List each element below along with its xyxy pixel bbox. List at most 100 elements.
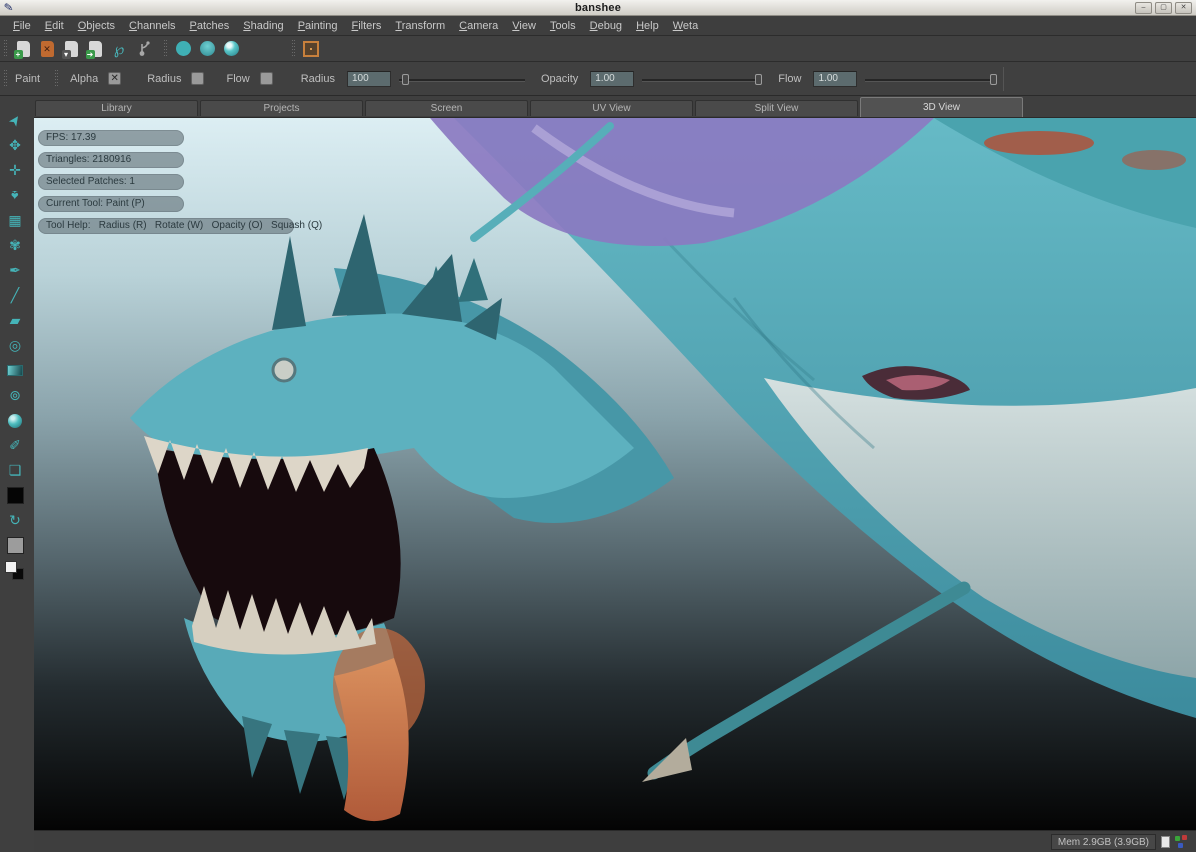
3d-viewport-canvas[interactable]: FPS: 17.39 Triangles: 2180916 Selected P… <box>34 117 1196 830</box>
menu-edit[interactable]: Edit <box>38 18 71 34</box>
eraser-icon: ▰ <box>10 312 21 329</box>
opacity-input[interactable] <box>590 71 634 87</box>
circle-select-tool-button[interactable]: ◎ <box>3 333 27 358</box>
toolbar-grip[interactable] <box>3 70 8 88</box>
toolbar-grip[interactable] <box>54 70 59 88</box>
foreground-color-swatch[interactable] <box>3 483 27 508</box>
paint-drop-tool-button[interactable]: ♠ <box>3 183 27 208</box>
window-titlebar[interactable]: ✎ banshee – ▢ ✕ <box>0 0 1196 16</box>
mesh-tool-button[interactable]: ▦ <box>3 208 27 233</box>
move-tool-button[interactable]: ✛ <box>3 158 27 183</box>
menu-painting[interactable]: Painting <box>291 18 345 34</box>
active-tool-label: Paint <box>15 73 40 85</box>
menu-help[interactable]: Help <box>629 18 666 34</box>
tab-library[interactable]: Library <box>35 100 198 116</box>
menu-view[interactable]: View <box>505 18 543 34</box>
close-button[interactable]: ✕ <box>1175 2 1192 14</box>
tool-sidebar: ➤ ✥ ✛ ♠ ▦ ✾ ✒ ╱ ▰ ◎ ⊚ ✐ ❏ ↻ <box>0 96 30 852</box>
node-graph-button[interactable] <box>131 38 155 60</box>
flow-checkbox[interactable] <box>260 72 273 85</box>
rings-icon: ⊚ <box>9 387 21 404</box>
select-tool-button[interactable]: ➤ <box>3 108 27 133</box>
node-icon <box>135 41 151 57</box>
droplet-icon: ♠ <box>11 188 18 204</box>
menu-objects[interactable]: Objects <box>71 18 122 34</box>
foreground-color-icon <box>7 487 24 504</box>
flat-shading-icon <box>176 41 191 56</box>
status-chip <box>1161 836 1170 848</box>
application-window: ✎ banshee – ▢ ✕ File Edit Objects Channe… <box>0 0 1196 852</box>
flat-shading-button[interactable] <box>171 38 195 60</box>
full-shading-icon <box>224 41 239 56</box>
menu-shading[interactable]: Shading <box>236 18 290 34</box>
tab-3d-view[interactable]: 3D View <box>860 97 1023 117</box>
alpha-checkbox[interactable]: ✕ <box>108 72 121 85</box>
radius-label: Radius <box>301 73 335 85</box>
flow-slider[interactable] <box>865 71 997 87</box>
eraser-tool-button[interactable]: ▰ <box>3 308 27 333</box>
default-colors-button[interactable] <box>3 558 27 583</box>
file-toolbar: + ✕ ▾ ➜ ℘ <box>0 36 1196 62</box>
swap-colors-button[interactable]: ↻ <box>3 508 27 533</box>
radius-input[interactable] <box>347 71 391 87</box>
pin-tool-button[interactable]: ℘ <box>107 38 131 60</box>
menu-tools[interactable]: Tools <box>543 18 583 34</box>
save-project-button[interactable]: ▾ <box>59 38 83 60</box>
smear-icon: ✾ <box>9 237 21 254</box>
full-shading-button[interactable] <box>219 38 243 60</box>
menu-filters[interactable]: Filters <box>344 18 388 34</box>
tab-projects[interactable]: Projects <box>200 100 363 116</box>
select-icon: ➤ <box>5 111 26 130</box>
maximize-button[interactable]: ▢ <box>1155 2 1172 14</box>
radius-slider[interactable] <box>399 71 525 87</box>
toolbar-grip[interactable] <box>3 40 8 58</box>
toolbar-grip[interactable] <box>291 40 296 58</box>
hud-selected-patches: Selected Patches: 1 <box>38 174 184 190</box>
export-icon: ➜ <box>89 41 102 57</box>
sphere-tool-button[interactable] <box>3 408 27 433</box>
flow-input[interactable] <box>813 71 857 87</box>
opacity-label: Opacity <box>541 73 578 85</box>
move-icon: ✛ <box>9 162 21 179</box>
pin-icon: ✒ <box>9 262 21 279</box>
smear-tool-button[interactable]: ✾ <box>3 233 27 258</box>
toolbar-separator <box>1003 67 1004 91</box>
status-bar: Mem 2.9GB (3.9GB) <box>34 830 1196 852</box>
copy-tool-button[interactable]: ❏ <box>3 458 27 483</box>
pan-tool-button[interactable]: ✥ <box>3 133 27 158</box>
menu-channels[interactable]: Channels <box>122 18 183 34</box>
pan-hand-icon: ✥ <box>9 137 21 154</box>
close-project-button[interactable]: ✕ <box>35 38 59 60</box>
flow-toggle-label: Flow <box>226 73 249 85</box>
menu-file[interactable]: File <box>6 18 38 34</box>
menu-camera[interactable]: Camera <box>452 18 505 34</box>
capture-button[interactable] <box>299 38 323 60</box>
brush-icon: ✐ <box>9 437 21 454</box>
menu-weta[interactable]: Weta <box>666 18 705 34</box>
tab-uv-view[interactable]: UV View <box>530 100 693 116</box>
line-tool-button[interactable]: ╱ <box>3 283 27 308</box>
rgb-channels-icon[interactable] <box>1175 835 1188 848</box>
new-project-button[interactable]: + <box>11 38 35 60</box>
opacity-slider[interactable] <box>642 71 762 87</box>
menu-bar: File Edit Objects Channels Patches Shadi… <box>0 16 1196 36</box>
hud-fps: FPS: 17.39 <box>38 130 184 146</box>
default-colors-icon <box>5 561 25 581</box>
tab-split-view[interactable]: Split View <box>695 100 858 116</box>
rings-tool-button[interactable]: ⊚ <box>3 383 27 408</box>
brush-tool-button[interactable]: ✐ <box>3 433 27 458</box>
menu-transform[interactable]: Transform <box>388 18 452 34</box>
menu-patches[interactable]: Patches <box>183 18 237 34</box>
minimize-button[interactable]: – <box>1135 2 1152 14</box>
export-button[interactable]: ➜ <box>83 38 107 60</box>
radius-checkbox[interactable] <box>191 72 204 85</box>
gradient-tool-button[interactable] <box>3 358 27 383</box>
copy-icon: ❏ <box>9 462 22 479</box>
basic-shading-button[interactable] <box>195 38 219 60</box>
menu-debug[interactable]: Debug <box>583 18 629 34</box>
tab-screen[interactable]: Screen <box>365 100 528 116</box>
pin-tool-button[interactable]: ✒ <box>3 258 27 283</box>
toolbar-grip[interactable] <box>163 40 168 58</box>
paint-options-bar: Paint Alpha ✕ Radius Flow Radius Opacity… <box>0 62 1196 96</box>
background-color-swatch[interactable] <box>3 533 27 558</box>
